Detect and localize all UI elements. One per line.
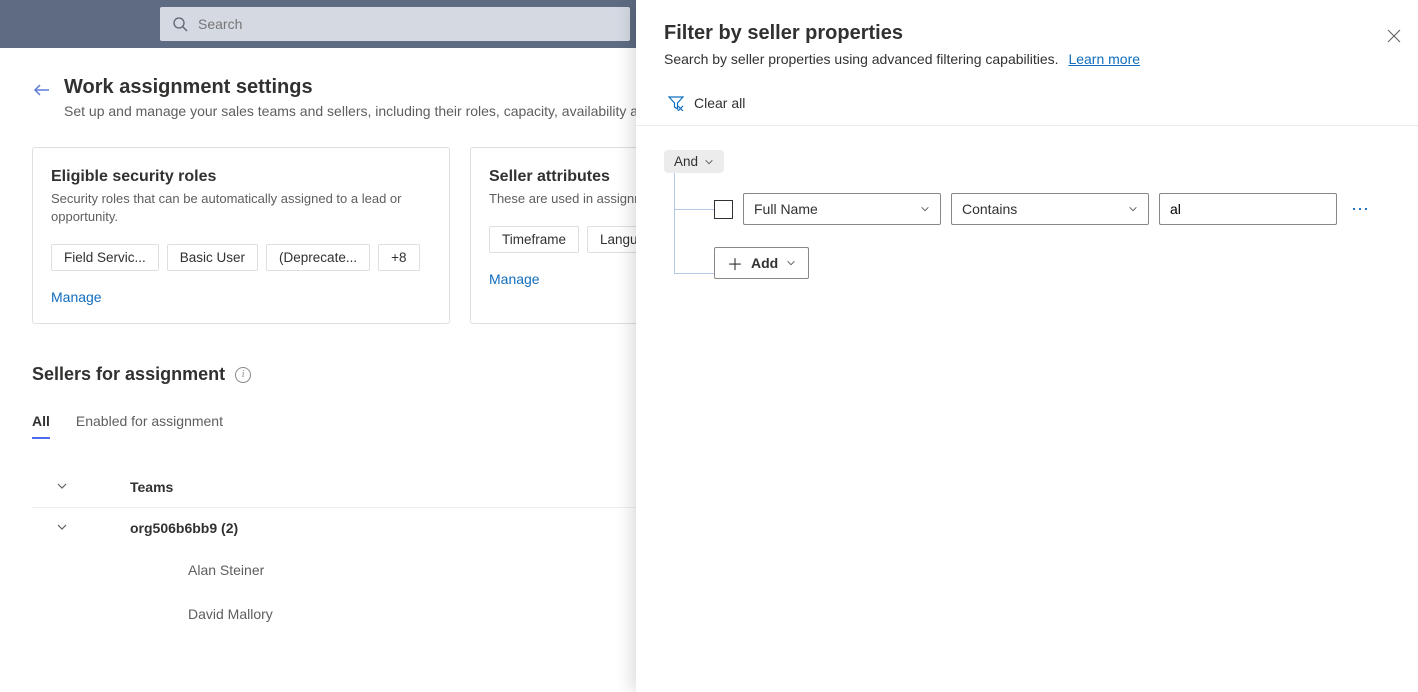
sellers-heading: Sellers for assignment — [32, 364, 225, 385]
card-title: Eligible security roles — [51, 168, 431, 186]
chevron-down-icon[interactable] — [56, 521, 68, 533]
chevron-down-icon[interactable] — [56, 480, 68, 492]
search-input[interactable] — [198, 16, 618, 32]
role-chip[interactable]: Field Servic... — [51, 244, 159, 271]
operator-value: Contains — [962, 201, 1017, 217]
condition-row: Full Name Contains ⋯ — [714, 193, 1390, 225]
search-icon — [172, 16, 188, 32]
field-select[interactable]: Full Name — [743, 193, 941, 225]
chevron-down-icon — [920, 204, 930, 214]
group-operator[interactable]: And — [664, 150, 724, 173]
row-more-icon[interactable]: ⋯ — [1347, 199, 1374, 220]
chevron-down-icon — [704, 157, 714, 167]
learn-more-link[interactable]: Learn more — [1068, 51, 1140, 67]
global-search[interactable] — [160, 7, 630, 41]
plus-icon: ＋ — [727, 251, 743, 275]
add-label: Add — [751, 255, 778, 271]
role-chip-more[interactable]: +8 — [378, 244, 419, 271]
tab-all[interactable]: All — [32, 413, 50, 439]
value-input[interactable] — [1159, 193, 1337, 225]
info-icon[interactable]: i — [235, 367, 251, 383]
attr-chip[interactable]: Timeframe — [489, 226, 579, 253]
filter-panel: Filter by seller properties Search by se… — [636, 0, 1418, 692]
field-value: Full Name — [754, 201, 818, 217]
role-chip[interactable]: (Deprecate... — [266, 244, 370, 271]
back-arrow-icon[interactable] — [32, 80, 52, 100]
chevron-down-icon — [1128, 204, 1138, 214]
chevron-down-icon — [786, 258, 796, 268]
operator-select[interactable]: Contains — [951, 193, 1149, 225]
role-chip[interactable]: Basic User — [167, 244, 258, 271]
panel-subtitle: Search by seller properties using advanc… — [664, 51, 1390, 67]
close-icon[interactable] — [1386, 28, 1402, 44]
card-security-roles: Eligible security roles Security roles t… — [32, 147, 450, 324]
add-condition-button[interactable]: ＋ Add — [714, 247, 809, 279]
funnel-clear-icon — [668, 95, 684, 111]
tab-enabled[interactable]: Enabled for assignment — [76, 413, 223, 439]
card-desc: Security roles that can be automatically… — [51, 190, 431, 226]
clear-all-label: Clear all — [694, 95, 745, 111]
panel-title: Filter by seller properties — [664, 22, 1390, 45]
group-operator-label: And — [674, 154, 698, 169]
clear-all-button[interactable]: Clear all — [664, 91, 749, 115]
condition-checkbox[interactable] — [714, 200, 733, 219]
tree-connector — [664, 173, 714, 279]
manage-roles-link[interactable]: Manage — [51, 289, 431, 305]
